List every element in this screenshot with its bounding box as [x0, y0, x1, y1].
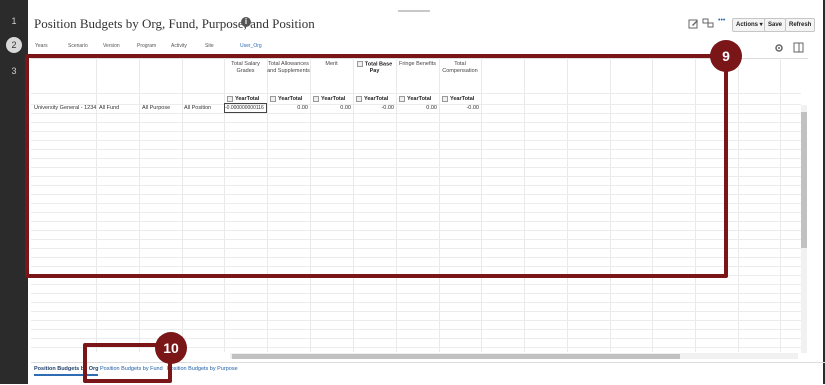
left-gutter: 1 2 3: [0, 0, 28, 384]
pov-label: Version: [103, 43, 120, 49]
callout-number-tabs: 10: [155, 332, 187, 364]
gutter-number-2: 2: [6, 37, 22, 53]
compare-icon[interactable]: [702, 18, 714, 32]
pov-version[interactable]: Version: [103, 43, 120, 49]
pov-label: Site: [205, 43, 214, 49]
edit-icon[interactable]: [688, 18, 699, 32]
pov-user-org[interactable]: User_Org: [240, 43, 262, 49]
grid-divider: [780, 58, 781, 352]
pov-label: Activity: [171, 43, 187, 49]
grid-divider: [31, 311, 801, 312]
grid-divider: [31, 302, 801, 303]
refresh-button[interactable]: Refresh: [785, 18, 816, 32]
pov-program[interactable]: Program: [137, 43, 156, 49]
grid-divider: [31, 329, 801, 330]
page-title: Position Budgets by Org, Fund, Purpose, …: [34, 16, 315, 31]
more-icon[interactable]: •••: [718, 17, 725, 24]
horizontal-scrollbar-thumb[interactable]: [232, 354, 680, 359]
pov-scenario[interactable]: Scenario: [68, 43, 88, 49]
grid-divider: [31, 338, 801, 339]
gutter-number-1: 1: [11, 16, 17, 26]
pov-label: User_Org: [240, 43, 262, 49]
grid-divider: [738, 58, 739, 352]
pov-label: Years: [35, 43, 48, 49]
tab-position-budgets-by-purpose[interactable]: Position Budgets by Purpose: [167, 366, 238, 372]
settings-gear-icon[interactable]: [774, 43, 784, 56]
pov-site[interactable]: Site: [205, 43, 214, 49]
pov-years[interactable]: Years: [35, 43, 48, 49]
pov-label: Program: [137, 43, 157, 49]
actions-button[interactable]: Actions ▾: [732, 18, 767, 32]
save-button[interactable]: Save: [764, 18, 787, 32]
pov-label: Scenario: [68, 43, 88, 49]
layout-panel-icon[interactable]: [793, 42, 804, 56]
vertical-scrollbar-thumb[interactable]: [801, 112, 807, 248]
drag-handle[interactable]: [398, 10, 430, 12]
info-icon[interactable]: i: [241, 17, 251, 27]
callout-box-grid: [25, 54, 728, 278]
grid-divider: [31, 293, 801, 294]
grid-divider: [31, 284, 801, 285]
callout-number-grid: 9: [710, 40, 742, 72]
gutter-number-3: 3: [11, 66, 17, 76]
pov-activity[interactable]: Activity: [171, 43, 187, 49]
grid-divider: [31, 320, 801, 321]
